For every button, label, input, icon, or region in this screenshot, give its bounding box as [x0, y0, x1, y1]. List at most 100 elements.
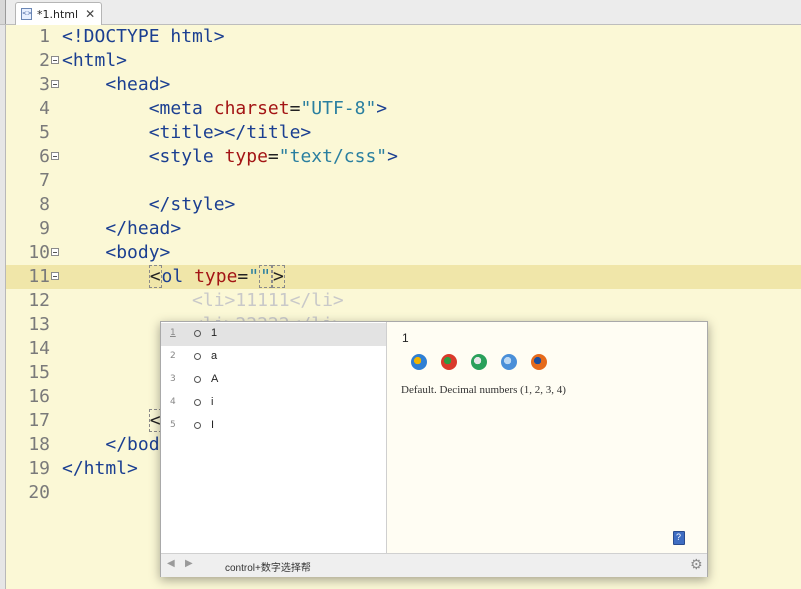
- attribute-value-icon: [194, 376, 201, 383]
- code-token: <body>: [105, 242, 171, 263]
- line-code: <head>: [62, 73, 170, 97]
- fold-toggle-icon[interactable]: [51, 56, 59, 64]
- line-number: 15: [28, 362, 50, 383]
- item-value: A: [211, 373, 219, 385]
- item-value: i: [211, 396, 214, 408]
- fold-toggle-icon[interactable]: [51, 248, 59, 256]
- autocomplete-item[interactable]: 2a: [161, 346, 386, 369]
- line-number: 5: [39, 122, 50, 143]
- line-number: 7: [39, 170, 50, 191]
- line-code: <li>11111</li>: [62, 289, 344, 313]
- attribute-value-icon: [194, 330, 201, 337]
- help-doc-icon[interactable]: [673, 531, 685, 545]
- code-line[interactable]: 1 <!DOCTYPE html>: [6, 25, 801, 49]
- line-number: 14: [28, 338, 50, 359]
- code-token: <title></title>: [148, 122, 312, 143]
- line-code: <ol type="" >: [62, 265, 285, 289]
- code-line[interactable]: 11 <ol type="" >: [6, 265, 801, 289]
- file-tab-title: *1.html: [37, 7, 79, 21]
- code-token: <html>: [62, 50, 128, 71]
- line-number: 12: [28, 290, 50, 311]
- opera-icon: [501, 354, 517, 370]
- file-tab[interactable]: *1.html ✕: [15, 2, 102, 25]
- item-shortcut-number: 4: [170, 397, 176, 407]
- prev-arrow-icon[interactable]: ◀: [167, 558, 175, 569]
- code-token: </bod: [105, 434, 160, 455]
- code-token: >: [387, 146, 398, 167]
- line-number: 1: [39, 26, 50, 47]
- code-token: type: [224, 146, 268, 167]
- code-line[interactable]: 6 <style type="text/css">: [6, 145, 801, 169]
- line-number: 17: [28, 410, 50, 431]
- code-token: "UTF-8": [300, 98, 377, 119]
- fold-toggle-icon[interactable]: [51, 80, 59, 88]
- line-code: </head>: [62, 217, 181, 241]
- firefox-icon: [531, 354, 547, 370]
- code-line[interactable]: 12 <li>11111</li>: [6, 289, 801, 313]
- code-token: <meta: [148, 98, 214, 119]
- code-line[interactable]: 8 </style>: [6, 193, 801, 217]
- line-number: 18: [28, 434, 50, 455]
- autocomplete-item[interactable]: 11: [161, 323, 386, 346]
- editor-tab-bar: *1.html ✕: [0, 0, 801, 25]
- autocomplete-item[interactable]: 4i: [161, 392, 386, 415]
- code-line[interactable]: 2 <html>: [6, 49, 801, 73]
- fold-toggle-icon[interactable]: [51, 272, 59, 280]
- line-number: 8: [39, 194, 50, 215]
- line-number: 6: [39, 146, 50, 167]
- line-number: 19: [28, 458, 50, 479]
- next-arrow-icon[interactable]: ▶: [185, 558, 193, 569]
- line-code: <title></title>: [62, 121, 312, 145]
- code-token: charset: [213, 98, 290, 119]
- code-token: </html>: [62, 458, 138, 479]
- item-shortcut-number: 3: [170, 374, 176, 384]
- code-line[interactable]: 5 <title></title>: [6, 121, 801, 145]
- code-token: type: [194, 266, 238, 287]
- code-line[interactable]: 7: [6, 169, 801, 193]
- autocomplete-popup: 112a3A4i5I 1 Default. Decimal numbers (1…: [160, 321, 708, 577]
- autocomplete-item[interactable]: 5I: [161, 415, 386, 438]
- line-code: </style>: [62, 193, 236, 217]
- detail-title: 1: [402, 331, 409, 345]
- code-line[interactable]: 3 <head>: [6, 73, 801, 97]
- autocomplete-item[interactable]: 3A: [161, 369, 386, 392]
- code-token: <: [148, 265, 162, 288]
- gear-icon[interactable]: ⚙: [690, 557, 703, 573]
- code-token: >: [271, 265, 285, 288]
- code-token: ol: [161, 266, 195, 287]
- line-code: </html>: [62, 457, 138, 481]
- autocomplete-footer: ◀ ▶ control+数字选择帮 ⚙: [161, 553, 707, 577]
- attribute-value-icon: [194, 422, 201, 429]
- line-number: 9: [39, 218, 50, 239]
- line-code: <meta charset="UTF-8">: [62, 97, 387, 121]
- autocomplete-detail-panel: 1 Default. Decimal numbers (1, 2, 3, 4): [387, 322, 707, 553]
- line-number: 11: [28, 266, 50, 287]
- code-token: <head>: [105, 74, 171, 95]
- chrome-icon: [441, 354, 457, 370]
- attribute-value-icon: [194, 399, 201, 406]
- code-line[interactable]: 10 <body>: [6, 241, 801, 265]
- internet-explorer-icon: [411, 354, 427, 370]
- line-code: <!DOCTYPE html>: [62, 25, 225, 49]
- line-number: 13: [28, 314, 50, 335]
- fold-toggle-icon[interactable]: [51, 152, 59, 160]
- code-token: </head>: [105, 218, 182, 239]
- safari-icon: [471, 354, 487, 370]
- code-editor[interactable]: 1 <!DOCTYPE html> 2 <html> 3 <head> 4 <meta c…: [0, 25, 801, 589]
- line-number: 20: [28, 482, 50, 503]
- close-icon[interactable]: ✕: [85, 7, 95, 21]
- line-code: <style type="text/css">: [62, 145, 398, 169]
- code-token: ": [248, 266, 260, 287]
- code-line[interactable]: 9 </head>: [6, 217, 801, 241]
- line-number: 2: [39, 50, 50, 71]
- item-value: I: [211, 419, 215, 431]
- code-line[interactable]: 4 <meta charset="UTF-8">: [6, 97, 801, 121]
- code-token: =: [237, 266, 249, 287]
